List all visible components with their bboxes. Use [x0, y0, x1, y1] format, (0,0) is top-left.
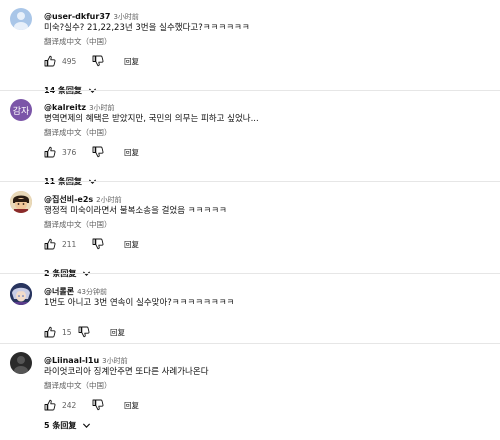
avatar[interactable] — [10, 191, 32, 213]
comment-item: @너롤론 43分钟前 1번도 아니고 3번 연속이 실수맞아?ㅋㅋㅋㅋㅋㅋㅋㅋ 1… — [0, 283, 500, 343]
comment-time[interactable]: 3小时前 — [113, 13, 138, 21]
avatar[interactable] — [10, 283, 32, 305]
comment-header: @집선비-e2s 2小时前 — [44, 191, 122, 204]
comment-author[interactable]: @kalreitz — [44, 103, 86, 112]
comment-actions: 15 回复 — [44, 325, 125, 339]
avatar[interactable]: 감자 — [10, 99, 32, 121]
divider — [0, 90, 500, 91]
view-replies-button[interactable]: 5 条回复 — [44, 419, 91, 431]
comment-time[interactable]: 43分钟前 — [77, 288, 107, 296]
thumbs-up-icon[interactable] — [44, 238, 56, 250]
reply-button[interactable]: 回复 — [124, 239, 139, 250]
comment-text: 1번도 아니고 3번 연속이 실수맞아?ㅋㅋㅋㅋㅋㅋㅋㅋ — [44, 298, 235, 308]
thumbs-down-icon[interactable] — [92, 146, 104, 158]
translate-link[interactable]: 翻译成中文（中国） — [44, 381, 112, 391]
thumbs-up-icon[interactable] — [44, 146, 56, 158]
like-count: 376 — [62, 147, 77, 157]
divider — [0, 343, 500, 344]
translate-link[interactable]: 翻译成中文（中国） — [44, 128, 112, 138]
comment-text: 행정적 미숙이라면서 불복소송을 걸었음 ㅋㅋㅋㅋㅋ — [44, 206, 227, 216]
reply-button[interactable]: 回复 — [124, 400, 139, 411]
avatar-initials: 감자 — [12, 106, 30, 117]
thumbs-down-icon[interactable] — [92, 55, 104, 67]
chevron-down-icon — [83, 422, 91, 428]
comment-time[interactable]: 2小时前 — [96, 196, 121, 204]
comment-text: 미숙?실수? 21,22,23년 3번을 실수했다고?ㅋㅋㅋㅋㅋㅋ — [44, 23, 250, 33]
comment-item: @집선비-e2s 2小时前 행정적 미숙이라면서 불복소송을 걸었음 ㅋㅋㅋㅋㅋ … — [0, 191, 500, 278]
like-count: 495 — [62, 56, 77, 66]
comment-item: @Liinaal-l1u 3小时前 라이엇코리아 징계안주면 또다른 사례가나온다… — [0, 352, 500, 434]
thumbs-up-icon[interactable] — [44, 55, 56, 67]
thumbs-down-icon[interactable] — [92, 238, 104, 250]
comment-time[interactable]: 3小时前 — [89, 104, 114, 112]
comment-author[interactable]: @Liinaal-l1u — [44, 356, 99, 365]
translate-link[interactable]: 翻译成中文（中国） — [44, 37, 112, 47]
thumbs-up-icon[interactable] — [44, 399, 56, 411]
thumbs-up-icon[interactable] — [44, 326, 56, 338]
default-avatar-icon — [14, 12, 28, 30]
default-avatar-icon — [14, 356, 28, 374]
comment-actions: 242 回复 — [44, 398, 139, 412]
comment-header: @Liinaal-l1u 3小时前 — [44, 352, 128, 365]
comment-header: @user-dkfur37 3小时前 — [44, 8, 139, 21]
comment-author[interactable]: @user-dkfur37 — [44, 12, 110, 21]
comment-actions: 495 回复 — [44, 54, 139, 68]
replies-count: 5 条回复 — [44, 420, 77, 430]
thumbs-down-icon[interactable] — [78, 326, 90, 338]
comment-header: @kalreitz 3小时前 — [44, 99, 115, 112]
avatar[interactable] — [10, 8, 32, 30]
divider — [0, 181, 500, 182]
comment-actions: 211 回复 — [44, 237, 139, 251]
comment-actions: 376 回复 — [44, 145, 139, 159]
character-avatar-icon — [10, 283, 32, 305]
like-count: 15 — [62, 327, 72, 337]
translate-link[interactable]: 翻译成中文（中国） — [44, 220, 112, 230]
reply-button[interactable]: 回复 — [110, 327, 125, 338]
reply-button[interactable]: 回复 — [124, 147, 139, 158]
comment-text: 라이엇코리아 징계안주면 또다른 사례가나온다 — [44, 367, 209, 377]
comment-item: @user-dkfur37 3小时前 미숙?실수? 21,22,23년 3번을 실… — [0, 8, 500, 95]
comment-item: 감자 @kalreitz 3小时前 병역면제의 혜택은 받았지만, 국민의 의무는… — [0, 99, 500, 186]
comment-author[interactable]: @너롤론 — [44, 287, 74, 296]
like-count: 211 — [62, 239, 77, 249]
avatar[interactable] — [10, 352, 32, 374]
character-avatar-icon — [10, 191, 32, 213]
divider — [0, 273, 500, 274]
thumbs-down-icon[interactable] — [92, 399, 104, 411]
comment-time[interactable]: 3小时前 — [102, 357, 127, 365]
comment-text: 병역면제의 혜택은 받았지만, 국민의 의무는 피하고 싶었나... — [44, 114, 259, 124]
comment-author[interactable]: @집선비-e2s — [44, 195, 93, 204]
like-count: 242 — [62, 400, 77, 410]
reply-button[interactable]: 回复 — [124, 56, 139, 67]
comment-header: @너롤론 43分钟前 — [44, 283, 107, 296]
